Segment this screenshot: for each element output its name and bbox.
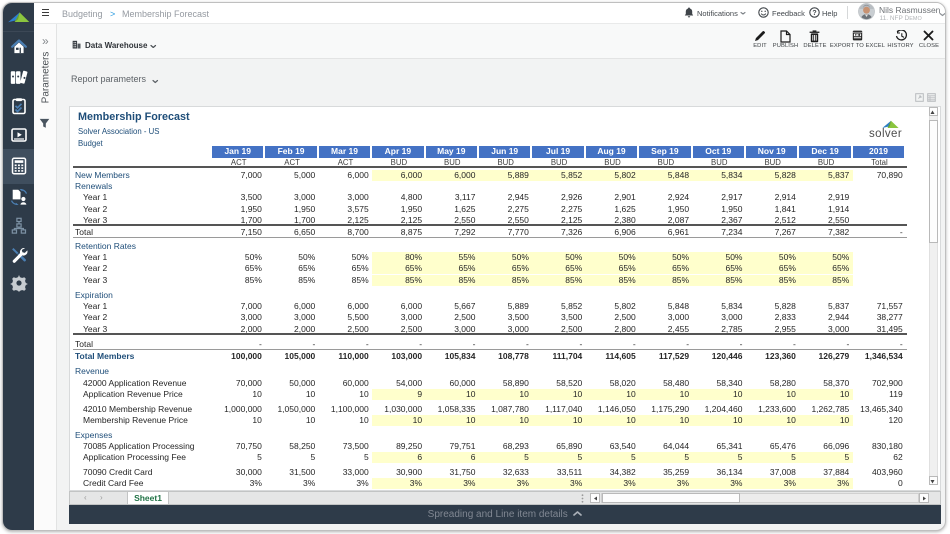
svg-text:?: ?: [812, 10, 816, 17]
